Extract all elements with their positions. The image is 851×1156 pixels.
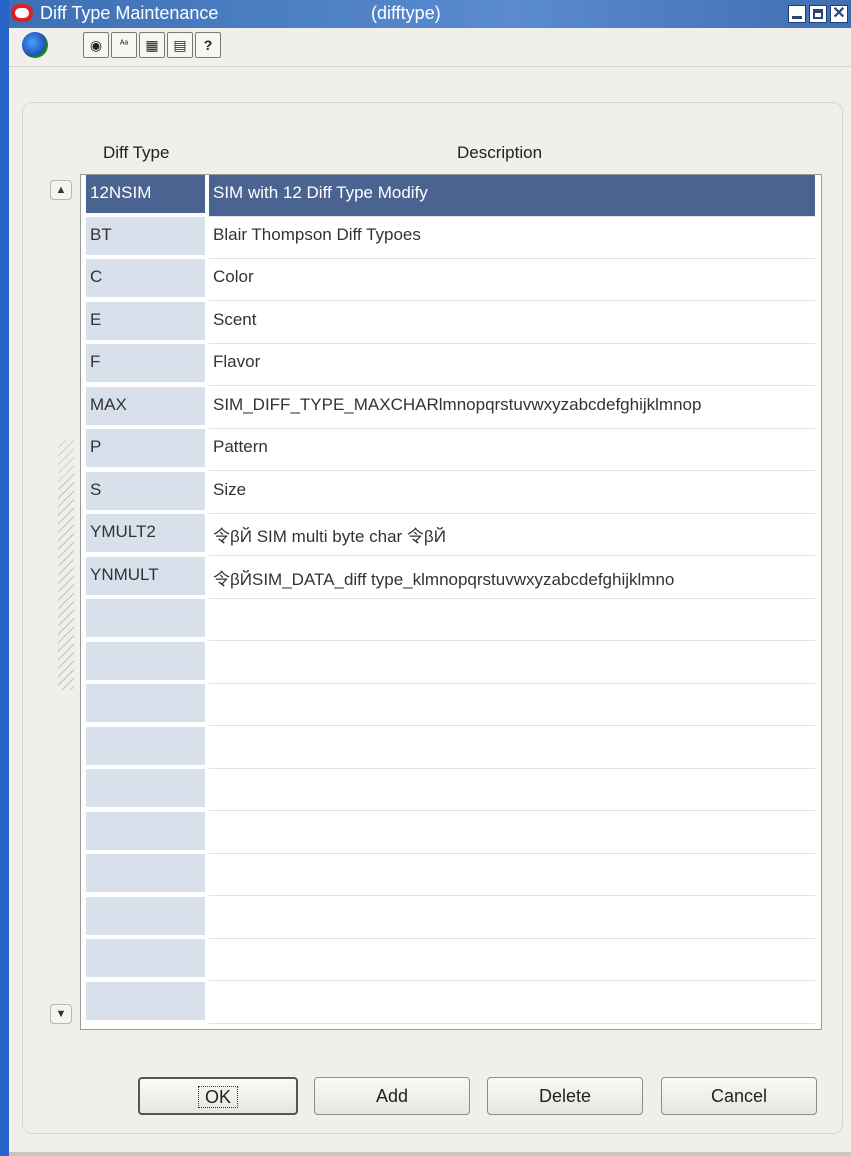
diff-type-cell[interactable]: C — [86, 259, 205, 299]
description-cell[interactable]: 令βЙ SIM multi byte char 令βЙ — [209, 514, 815, 556]
diff-type-cell-empty[interactable] — [86, 642, 205, 682]
database-icon[interactable]: ◉ — [83, 32, 109, 58]
description-cell[interactable]: Size — [209, 472, 815, 514]
empty-table-row[interactable] — [81, 769, 821, 811]
diff-type-cell-empty[interactable] — [86, 812, 205, 852]
description-cell[interactable]: SIM with 12 Diff Type Modify — [209, 175, 815, 217]
table-row[interactable]: MAX SIM_DIFF_TYPE_MAXCHARlmnopqrstuvwxyz… — [81, 387, 821, 429]
table-row[interactable]: P Pattern — [81, 429, 821, 471]
table-row[interactable]: YMULT2 令βЙ SIM multi byte char 令βЙ — [81, 514, 821, 556]
window-title: Diff Type Maintenance — [40, 3, 219, 23]
description-cell[interactable]: Pattern — [209, 429, 815, 471]
diff-type-cell-empty[interactable] — [86, 939, 205, 979]
scroll-down-button[interactable]: ▼ — [50, 1004, 72, 1024]
diff-type-cell-empty[interactable] — [86, 897, 205, 937]
diff-type-cell-empty[interactable] — [86, 982, 205, 1022]
diff-type-cell-empty[interactable] — [86, 727, 205, 767]
table-row[interactable]: F Flavor — [81, 344, 821, 386]
form-id: (difftype) — [371, 3, 441, 23]
table-row[interactable]: C Color — [81, 259, 821, 301]
diff-type-table: 12NSIM SIM with 12 Diff Type Modify BT B… — [80, 174, 822, 1030]
description-cell[interactable]: 令βЙSIM_DATA_diff type_klmnopqrstuvwxyzab… — [209, 557, 815, 599]
description-cell-empty[interactable] — [209, 897, 815, 939]
globe-icon[interactable] — [22, 32, 48, 58]
diff-type-cell-empty[interactable] — [86, 769, 205, 809]
diff-type-cell[interactable]: YNMULT — [86, 557, 205, 597]
diff-type-cell[interactable]: MAX — [86, 387, 205, 427]
table-row[interactable]: BT Blair Thompson Diff Typoes — [81, 217, 821, 259]
column-header-description: Description — [457, 143, 543, 162]
minimize-button[interactable] — [788, 5, 806, 23]
help-icon[interactable]: ? — [195, 32, 221, 58]
cancel-button[interactable]: Cancel — [661, 1077, 817, 1115]
empty-table-row[interactable] — [81, 854, 821, 896]
diff-type-cell-empty[interactable] — [86, 599, 205, 639]
diff-type-cell[interactable]: YMULT2 — [86, 514, 205, 554]
delete-button[interactable]: Delete — [487, 1077, 643, 1115]
toolbar: ◉ ᴬᵃ ▦ ▤ ? — [9, 28, 851, 67]
close-icon: ✕ — [832, 5, 846, 22]
description-cell-empty[interactable] — [209, 684, 815, 726]
description-cell-empty[interactable] — [209, 642, 815, 684]
empty-table-row[interactable] — [81, 812, 821, 854]
table-row[interactable]: S Size — [81, 472, 821, 514]
description-cell[interactable]: SIM_DIFF_TYPE_MAXCHARlmnopqrstuvwxyzabcd… — [209, 387, 815, 429]
description-cell-empty[interactable] — [209, 727, 815, 769]
description-cell[interactable]: Blair Thompson Diff Typoes — [209, 217, 815, 259]
diff-type-cell[interactable]: BT — [86, 217, 205, 257]
description-cell[interactable]: Scent — [209, 302, 815, 344]
empty-table-row[interactable] — [81, 982, 821, 1024]
add-button[interactable]: Add — [314, 1077, 470, 1115]
ok-button[interactable]: OK — [138, 1077, 298, 1115]
diff-type-cell[interactable]: F — [86, 344, 205, 384]
scrollbar-track[interactable] — [58, 440, 74, 690]
description-cell-empty[interactable] — [209, 854, 815, 896]
table-row[interactable]: YNMULT 令βЙSIM_DATA_diff type_klmnopqrstu… — [81, 557, 821, 599]
maximize-button[interactable] — [809, 5, 827, 23]
empty-table-row[interactable] — [81, 684, 821, 726]
diff-type-maintenance-window: Diff Type Maintenance (difftype) ✕ ◉ ᴬᵃ … — [0, 0, 851, 1156]
diff-type-cell[interactable]: E — [86, 302, 205, 342]
description-cell-empty[interactable] — [209, 812, 815, 854]
description-cell-empty[interactable] — [209, 982, 815, 1024]
oracle-logo-icon — [11, 4, 33, 22]
print-icon[interactable]: ▤ — [167, 32, 193, 58]
description-cell[interactable]: Color — [209, 259, 815, 301]
window-bottom-edge — [9, 1152, 851, 1156]
calendar-icon[interactable]: ▦ — [139, 32, 165, 58]
scroll-up-button[interactable]: ▲ — [50, 180, 72, 200]
description-cell-empty[interactable] — [209, 769, 815, 811]
title-bar[interactable]: Diff Type Maintenance (difftype) ✕ — [9, 0, 851, 28]
description-cell[interactable]: Flavor — [209, 344, 815, 386]
column-header-diff-type: Diff Type — [103, 143, 170, 162]
description-cell-empty[interactable] — [209, 599, 815, 641]
arrow-up-icon: ▲ — [55, 184, 67, 196]
empty-table-row[interactable] — [81, 939, 821, 981]
arrow-down-icon: ▼ — [55, 1008, 67, 1020]
empty-table-row[interactable] — [81, 599, 821, 641]
table-row[interactable]: 12NSIM SIM with 12 Diff Type Modify — [81, 175, 821, 217]
description-cell-empty[interactable] — [209, 939, 815, 981]
table-row[interactable]: E Scent — [81, 302, 821, 344]
diff-type-cell-empty[interactable] — [86, 854, 205, 894]
diff-type-cell-empty[interactable] — [86, 684, 205, 724]
diff-type-cell[interactable]: P — [86, 429, 205, 469]
empty-table-row[interactable] — [81, 727, 821, 769]
window-left-border — [0, 0, 9, 1156]
diff-type-cell[interactable]: S — [86, 472, 205, 512]
spell-check-icon[interactable]: ᴬᵃ — [111, 32, 137, 58]
diff-type-cell[interactable]: 12NSIM — [86, 175, 205, 215]
close-button[interactable]: ✕ — [830, 5, 848, 23]
empty-table-row[interactable] — [81, 642, 821, 684]
empty-table-row[interactable] — [81, 897, 821, 939]
